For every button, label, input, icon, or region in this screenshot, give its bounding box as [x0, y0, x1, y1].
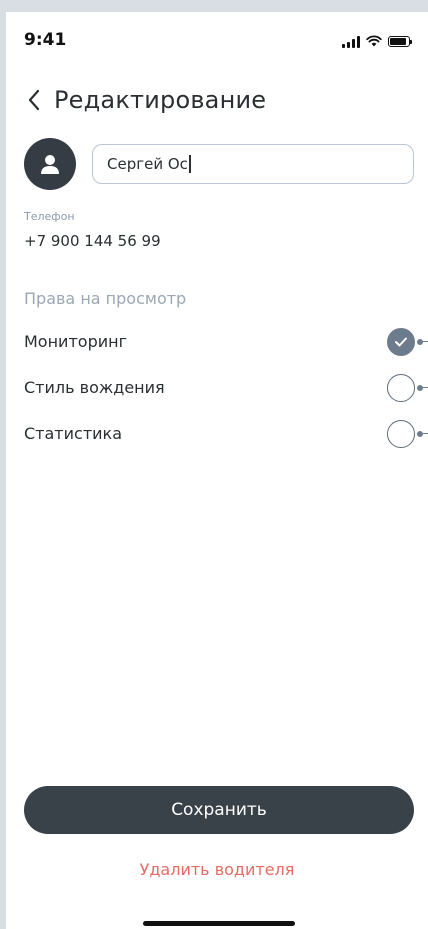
status-icons	[342, 32, 412, 51]
user-icon	[41, 155, 59, 174]
wifi-icon	[366, 32, 382, 51]
phone-value: +7 900 144 56 99	[24, 232, 161, 250]
permission-label: Статистика	[24, 424, 122, 443]
phone-label: Телефон	[24, 210, 75, 223]
dot-line	[423, 341, 428, 342]
delete-driver-link[interactable]: Удалить водителя	[6, 860, 428, 879]
permission-label: Стиль вождения	[24, 378, 165, 397]
back-chevron-icon[interactable]	[22, 88, 46, 112]
permission-row-statistics[interactable]: Статистика	[24, 416, 428, 452]
home-indicator[interactable]	[143, 921, 295, 926]
status-time: 9:41	[24, 30, 67, 50]
text-cursor	[188, 155, 191, 173]
cellular-signal-icon	[342, 35, 360, 48]
permission-label: Мониторинг	[24, 332, 127, 351]
checkbox-unchecked[interactable]	[387, 374, 415, 402]
rights-heading: Права на просмотр	[24, 289, 187, 308]
dot-indicator	[417, 339, 423, 345]
save-button[interactable]: Сохранить	[24, 786, 414, 834]
frame-edge-top	[0, 0, 428, 12]
name-input[interactable]: Сергей Ос	[92, 144, 414, 184]
checkmark-icon	[395, 337, 407, 347]
dot-line	[423, 387, 428, 388]
screen: 9:41 Редактирование Сергей Ос Телефон +7…	[6, 12, 428, 929]
battery-icon	[388, 36, 412, 47]
name-input-value: Сергей Ос	[107, 155, 188, 173]
dot-indicator	[417, 431, 423, 437]
permission-row-monitoring[interactable]: Мониторинг	[24, 324, 428, 360]
dot-indicator	[417, 385, 423, 391]
checkbox-checked[interactable]	[387, 328, 415, 356]
status-bar: 9:41	[6, 12, 428, 56]
dot-line	[423, 433, 428, 434]
avatar[interactable]	[24, 138, 76, 190]
page-title: Редактирование	[54, 86, 267, 114]
checkbox-unchecked[interactable]	[387, 420, 415, 448]
permission-row-driving-style[interactable]: Стиль вождения	[24, 370, 428, 406]
header: Редактирование	[22, 82, 266, 118]
